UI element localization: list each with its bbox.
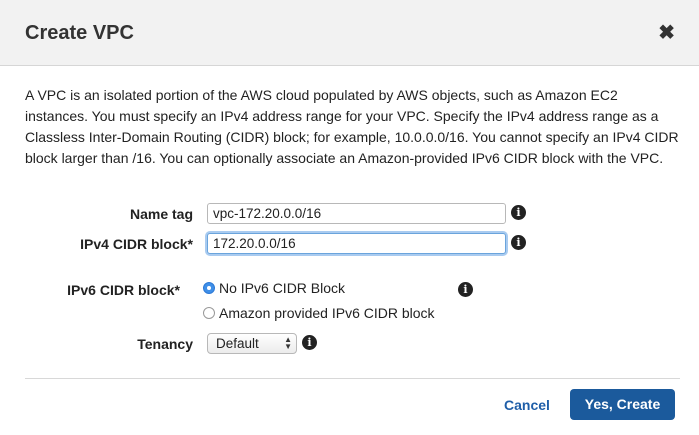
info-icon[interactable]: i <box>302 335 317 350</box>
no-ipv6-radio[interactable] <box>203 282 215 294</box>
no-ipv6-radio-label[interactable]: No IPv6 CIDR Block <box>219 280 345 296</box>
tenancy-select[interactable]: Default ▲ ▼ <box>207 333 297 354</box>
name-tag-label: Name tag <box>129 206 193 222</box>
yes-create-button[interactable]: Yes, Create <box>570 389 675 420</box>
tenancy-selected-value: Default <box>216 336 259 351</box>
info-icon[interactable]: i <box>511 235 526 250</box>
ipv4-cidr-label: IPv4 CIDR block* <box>80 236 193 252</box>
up-down-arrows-icon: ▲ ▼ <box>284 335 292 351</box>
dialog-description: A VPC is an isolated portion of the AWS … <box>25 87 679 166</box>
amazon-ipv6-radio[interactable] <box>203 307 215 319</box>
info-icon[interactable]: i <box>511 205 526 220</box>
ipv6-cidr-label: IPv6 CIDR block* <box>67 282 180 298</box>
tenancy-label: Tenancy <box>137 336 193 352</box>
info-icon[interactable]: i <box>458 282 473 297</box>
amazon-ipv6-radio-label[interactable]: Amazon provided IPv6 CIDR block <box>219 305 435 321</box>
dialog-header: Create VPC ✖ <box>0 0 699 66</box>
footer-divider <box>25 378 680 379</box>
cancel-button[interactable]: Cancel <box>504 397 550 413</box>
ipv4-cidr-input[interactable] <box>207 233 506 254</box>
create-vpc-dialog: Create VPC ✖ A VPC is an isolated portio… <box>0 0 699 435</box>
dialog-title: Create VPC <box>25 22 134 44</box>
close-icon[interactable]: ✖ <box>658 22 675 44</box>
name-tag-input[interactable] <box>207 203 506 224</box>
